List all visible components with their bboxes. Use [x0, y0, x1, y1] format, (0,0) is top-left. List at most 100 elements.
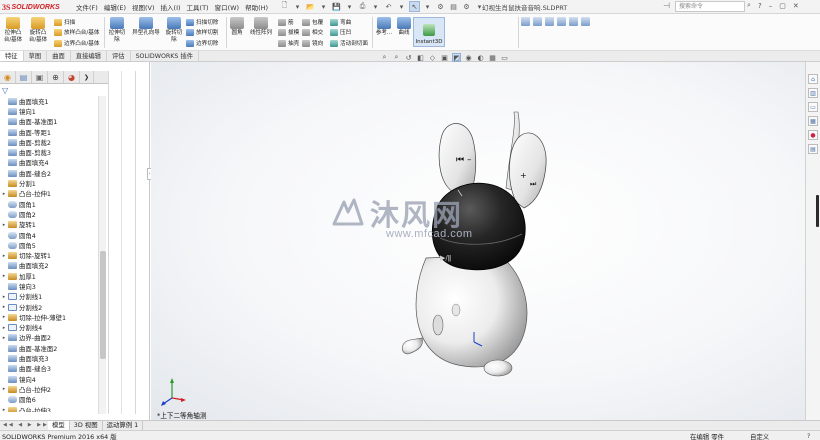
- appearances-icon[interactable]: ●: [808, 130, 818, 140]
- view-settings-icon[interactable]: ▭: [500, 53, 509, 62]
- tree-item[interactable]: ▸ 切除-旋转1: [0, 250, 98, 260]
- extrude-cut-button[interactable]: 拉伸切 除: [107, 17, 127, 43]
- section-view-icon[interactable]: ◧: [416, 53, 425, 62]
- expand-arrow-icon[interactable]: ▸: [0, 335, 8, 341]
- menu-edit[interactable]: 编辑(E): [104, 2, 126, 12]
- rib-button[interactable]: 筋: [278, 18, 294, 26]
- dome-button[interactable]: 弯曲: [330, 18, 351, 26]
- dropdown-icon[interactable]: ▾: [318, 1, 329, 12]
- menu-insert[interactable]: 插入(I): [161, 2, 181, 12]
- feature-tree-tab-icon[interactable]: ◉: [0, 71, 16, 83]
- tree-item[interactable]: 圆角5: [0, 240, 98, 250]
- tree-item[interactable]: ▸ 分割线1: [0, 292, 98, 302]
- expand-arrow-icon[interactable]: ▸: [0, 253, 8, 259]
- search-commands-input[interactable]: 搜索命令: [675, 1, 745, 12]
- revolve-boss-button[interactable]: 旋转凸 台/基体: [27, 17, 49, 43]
- zoom-to-fit-icon[interactable]: ⌕: [380, 53, 389, 62]
- status-help-icon[interactable]: ?: [807, 432, 810, 440]
- linear-pattern-button[interactable]: 线性阵列: [246, 17, 276, 37]
- hole-wizard-button[interactable]: 异型孔向导: [130, 17, 162, 37]
- zoom-area-icon[interactable]: ⌕: [392, 53, 401, 62]
- tree-item[interactable]: ▸ 凸台-拉伸3: [0, 405, 98, 412]
- tab-addins[interactable]: SOLIDWORKS 插件: [131, 51, 200, 61]
- dropdown-icon[interactable]: ▾: [422, 1, 433, 12]
- menu-file[interactable]: 文件(F): [76, 2, 98, 12]
- open-icon[interactable]: ▾: [292, 1, 303, 12]
- fillet-button[interactable]: 圆角: [229, 17, 245, 37]
- tree-item[interactable]: 曲面填充4: [0, 158, 98, 168]
- tab-3d-views[interactable]: 3D 视图: [70, 421, 103, 430]
- tree-item[interactable]: ▸ 分割线2: [0, 302, 98, 312]
- tree-item[interactable]: 曲面填充2: [0, 261, 98, 271]
- solidworks-logo[interactable]: 3S SOLIDWORKS: [2, 1, 60, 13]
- swept-cut-button[interactable]: 扫描切除: [186, 18, 218, 26]
- menu-window[interactable]: 窗口(W): [215, 2, 240, 12]
- tree-item[interactable]: 曲面-等距1: [0, 127, 98, 137]
- menu-help[interactable]: 帮助(H): [245, 2, 268, 12]
- custom-properties-icon[interactable]: ▤: [808, 144, 818, 154]
- dynamic-annotation-icon[interactable]: ◇: [428, 53, 437, 62]
- property-manager-tab-icon[interactable]: ▤: [16, 71, 32, 83]
- rebuild-icon[interactable]: ⚙: [435, 1, 446, 12]
- edit-appearance-icon[interactable]: ◐: [476, 53, 485, 62]
- tree-item[interactable]: 圆角2: [0, 209, 98, 219]
- expand-arrow-icon[interactable]: ▸: [0, 314, 8, 320]
- extrude-boss-button[interactable]: 拉伸凸 台/基体: [3, 17, 23, 43]
- expand-arrow-icon[interactable]: ▸: [0, 386, 8, 392]
- tool-icon[interactable]: [533, 17, 542, 26]
- dropdown-icon[interactable]: ▾: [396, 1, 407, 12]
- open-folder-icon[interactable]: 📂: [305, 1, 316, 12]
- expand-arrow-icon[interactable]: ▸: [0, 273, 8, 279]
- tab-evaluate[interactable]: 评估: [107, 51, 131, 61]
- tree-item[interactable]: 曲面填充1: [0, 96, 98, 106]
- filter-icon[interactable]: ▽: [2, 86, 8, 95]
- save-icon[interactable]: 💾: [331, 1, 342, 12]
- task-pane-scroll-indicator[interactable]: [816, 195, 819, 227]
- expand-arrow-icon[interactable]: ▸: [0, 325, 8, 331]
- design-library-icon[interactable]: ▥: [808, 88, 818, 98]
- search-icon[interactable]: ⌕: [747, 1, 751, 10]
- tool-icon[interactable]: [521, 17, 530, 26]
- tree-item[interactable]: 圆角1: [0, 199, 98, 209]
- solidworks-resources-icon[interactable]: ⌂: [808, 74, 818, 84]
- expand-arrow-icon[interactable]: ▸: [0, 304, 8, 310]
- tab-direct-editing[interactable]: 直接编辑: [71, 51, 107, 61]
- view-orientation-icon[interactable]: ▣: [440, 53, 449, 62]
- boundary-cut-button[interactable]: 边界切除: [186, 39, 218, 47]
- tree-item[interactable]: ▸ 分割线4: [0, 323, 98, 333]
- dropdown-icon[interactable]: ▾: [370, 1, 381, 12]
- expand-arrow-icon[interactable]: ▸: [0, 191, 8, 197]
- display-manager-tab-icon[interactable]: ◕: [64, 71, 80, 83]
- tree-item[interactable]: 分割1: [0, 178, 98, 188]
- tree-item[interactable]: 曲面-剪裁2: [0, 137, 98, 147]
- display-style-icon[interactable]: ◩: [452, 53, 461, 62]
- tree-item[interactable]: ▸ 边界-曲面2: [0, 333, 98, 343]
- tree-item[interactable]: 镜向3: [0, 281, 98, 291]
- expand-arrow-icon[interactable]: ▸: [0, 407, 8, 412]
- intersect-button[interactable]: 相交: [302, 28, 323, 36]
- tree-item[interactable]: ▸ 加厚1: [0, 271, 98, 281]
- tool-icon[interactable]: [569, 17, 578, 26]
- close-icon[interactable]: ✕: [793, 2, 799, 10]
- live-section-button[interactable]: 活动剖切面: [330, 39, 368, 47]
- tab-sketch[interactable]: 草图: [24, 51, 48, 61]
- loft-boss-button[interactable]: 放样凸台/基体: [54, 28, 99, 36]
- tree-item[interactable]: 镜向1: [0, 106, 98, 116]
- revolve-cut-button[interactable]: 旋转切 除: [164, 17, 184, 43]
- view-palette-icon[interactable]: ▦: [808, 116, 818, 126]
- pin-icon[interactable]: ⊣: [663, 1, 670, 10]
- tool-icon[interactable]: [557, 17, 566, 26]
- tab-motion-study[interactable]: 运动算例 1: [103, 421, 144, 430]
- configuration-manager-tab-icon[interactable]: ▣: [32, 71, 48, 83]
- tree-item[interactable]: 曲面-基准面1: [0, 117, 98, 127]
- menu-view[interactable]: 视图(V): [132, 2, 155, 12]
- curves-button[interactable]: 曲线: [396, 17, 412, 37]
- tree-item[interactable]: 圆角6: [0, 395, 98, 405]
- boundary-boss-button[interactable]: 边界凸台/基体: [54, 39, 99, 47]
- tree-item[interactable]: 镜向4: [0, 374, 98, 384]
- tab-model[interactable]: 模型: [48, 421, 70, 430]
- expand-tabs-icon[interactable]: ❯: [80, 71, 94, 83]
- tree-scrollbar[interactable]: [98, 96, 106, 414]
- tree-item[interactable]: 圆角4: [0, 230, 98, 240]
- shell-button[interactable]: 抽壳: [278, 39, 299, 47]
